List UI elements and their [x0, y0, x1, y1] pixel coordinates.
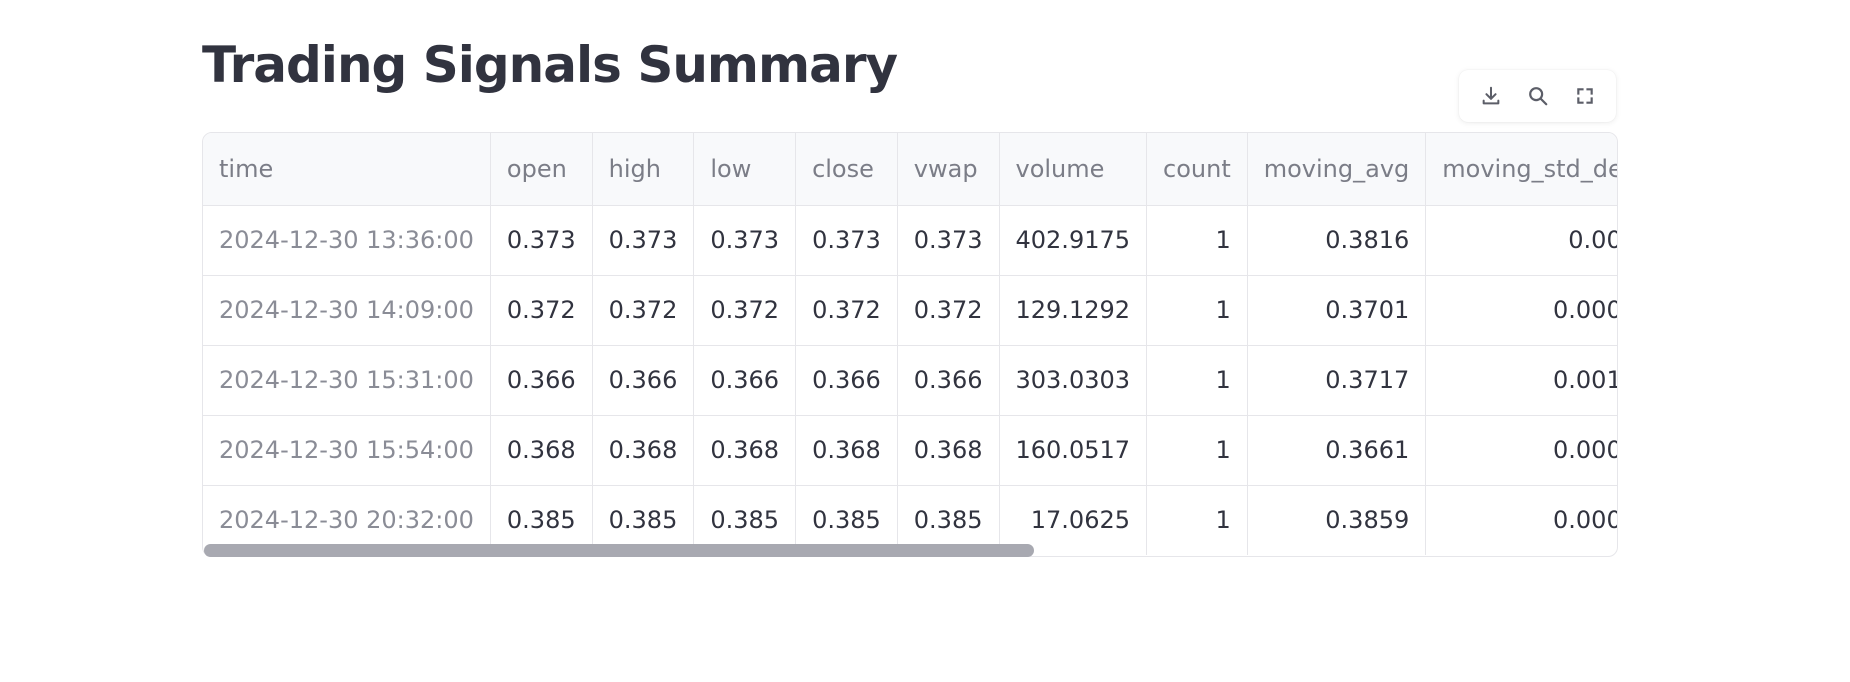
- table-cell-vwap[interactable]: 0.368: [897, 415, 1000, 486]
- column-header-count[interactable]: count: [1146, 133, 1248, 206]
- table-cell-moving-std-dev[interactable]: 0.0009: [1425, 275, 1617, 346]
- column-header-moving-std-dev[interactable]: moving_std_dev: [1425, 133, 1617, 206]
- table-cell-close[interactable]: 0.373: [795, 205, 898, 276]
- table-cell-low[interactable]: 0.366: [693, 345, 797, 416]
- header-row: time open high low close vwap volume count movin…: [203, 133, 1617, 206]
- table-cell-moving-std-dev[interactable]: 0.0002: [1426, 485, 1617, 555]
- table-cell-moving-std-dev[interactable]: 0.0004: [1425, 415, 1617, 486]
- table-cell-moving-std-dev[interactable]: 0.0013: [1425, 345, 1617, 416]
- search-icon: [1528, 87, 1547, 106]
- table-cell-moving-avg[interactable]: 0.3816: [1247, 205, 1427, 276]
- column-header-high[interactable]: high: [592, 133, 695, 206]
- table-cell-count[interactable]: 1: [1146, 205, 1248, 276]
- table-cell-close[interactable]: 0.368: [795, 415, 898, 486]
- fullscreen-icon: [1576, 88, 1593, 104]
- table-cell-vwap[interactable]: 0.372: [897, 275, 1000, 346]
- table-row: 2024-12-30 15:54:00 0.368 0.368 0.368 0.368 0…: [203, 415, 1617, 486]
- dataframe-toolbar: [1459, 70, 1616, 122]
- table-cell-open[interactable]: 0.373: [490, 205, 593, 276]
- table-cell-vwap[interactable]: 0.366: [897, 345, 1000, 416]
- table-cell-time[interactable]: 2024-12-30 14:09:00: [203, 275, 491, 346]
- table-row: 2024-12-30 13:36:00 0.373 0.373 0.373 0.373 0…: [203, 205, 1617, 276]
- column-header-low[interactable]: low: [693, 133, 797, 206]
- column-header-open[interactable]: open: [490, 133, 593, 206]
- table-cell-moving-std-dev[interactable]: 0.002: [1425, 205, 1617, 276]
- table-cell-open[interactable]: 0.372: [490, 275, 593, 346]
- table-cell-low[interactable]: 0.373: [693, 205, 797, 276]
- download-button[interactable]: [1471, 76, 1511, 116]
- table-cell-high[interactable]: 0.366: [592, 345, 695, 416]
- table-cell-close[interactable]: 0.372: [795, 275, 898, 346]
- table-cell-count[interactable]: 1: [1146, 345, 1248, 416]
- table-cell-time[interactable]: 2024-12-30 15:31:00: [203, 345, 491, 416]
- table-cell-count[interactable]: 1: [1146, 415, 1248, 486]
- table-cell-high[interactable]: 0.368: [592, 415, 695, 486]
- table-cell-volume[interactable]: 160.0517: [999, 415, 1148, 486]
- table-cell-vwap[interactable]: 0.373: [897, 205, 1000, 276]
- table-cell-volume[interactable]: 303.0303: [999, 345, 1148, 416]
- column-header-vwap[interactable]: vwap: [897, 133, 1000, 206]
- table-cell-high[interactable]: 0.373: [592, 205, 695, 276]
- table-cell-open[interactable]: 0.366: [490, 345, 593, 416]
- column-header-volume[interactable]: volume: [999, 133, 1148, 206]
- column-header-close[interactable]: close: [795, 133, 898, 206]
- table-cell-count[interactable]: 1: [1146, 275, 1248, 346]
- download-icon: [1482, 86, 1499, 105]
- table-row: 2024-12-30 14:09:00 0.372 0.372 0.372 0.372 0…: [203, 275, 1617, 346]
- table-cell-count[interactable]: 1: [1146, 485, 1248, 555]
- data-table: time open high low close vwap volume count movin…: [203, 133, 1617, 555]
- table-row: 2024-12-30 15:31:00 0.366 0.366 0.366 0.366 0…: [203, 345, 1617, 416]
- page: Trading Signals Summary time open high l…: [0, 0, 1850, 682]
- table-cell-moving-avg[interactable]: 0.3701: [1247, 275, 1427, 346]
- dataframe-table[interactable]: time open high low close vwap volume count movin…: [202, 132, 1618, 557]
- column-header-time[interactable]: time: [203, 133, 491, 206]
- table-cell-moving-avg[interactable]: 0.3717: [1247, 345, 1427, 416]
- table-cell-low[interactable]: 0.368: [693, 415, 797, 486]
- fullscreen-button[interactable]: [1565, 76, 1605, 116]
- table-cell-close[interactable]: 0.366: [795, 345, 898, 416]
- column-header-moving-avg[interactable]: moving_avg: [1247, 133, 1427, 206]
- table-cell-open[interactable]: 0.368: [490, 415, 593, 486]
- table-cell-low[interactable]: 0.372: [693, 275, 797, 346]
- horizontal-scrollbar[interactable]: [204, 544, 1034, 557]
- page-title: Trading Signals Summary: [202, 36, 898, 94]
- table-cell-volume[interactable]: 129.1292: [999, 275, 1148, 346]
- table-cell-moving-avg[interactable]: 0.3859: [1247, 485, 1427, 555]
- table-cell-time[interactable]: 2024-12-30 13:36:00: [203, 205, 491, 276]
- table-cell-moving-avg[interactable]: 0.3661: [1247, 415, 1427, 486]
- table-cell-high[interactable]: 0.372: [592, 275, 695, 346]
- table-cell-volume[interactable]: 402.9175: [999, 205, 1148, 276]
- table-cell-time[interactable]: 2024-12-30 15:54:00: [203, 415, 491, 486]
- search-button[interactable]: [1518, 76, 1558, 116]
